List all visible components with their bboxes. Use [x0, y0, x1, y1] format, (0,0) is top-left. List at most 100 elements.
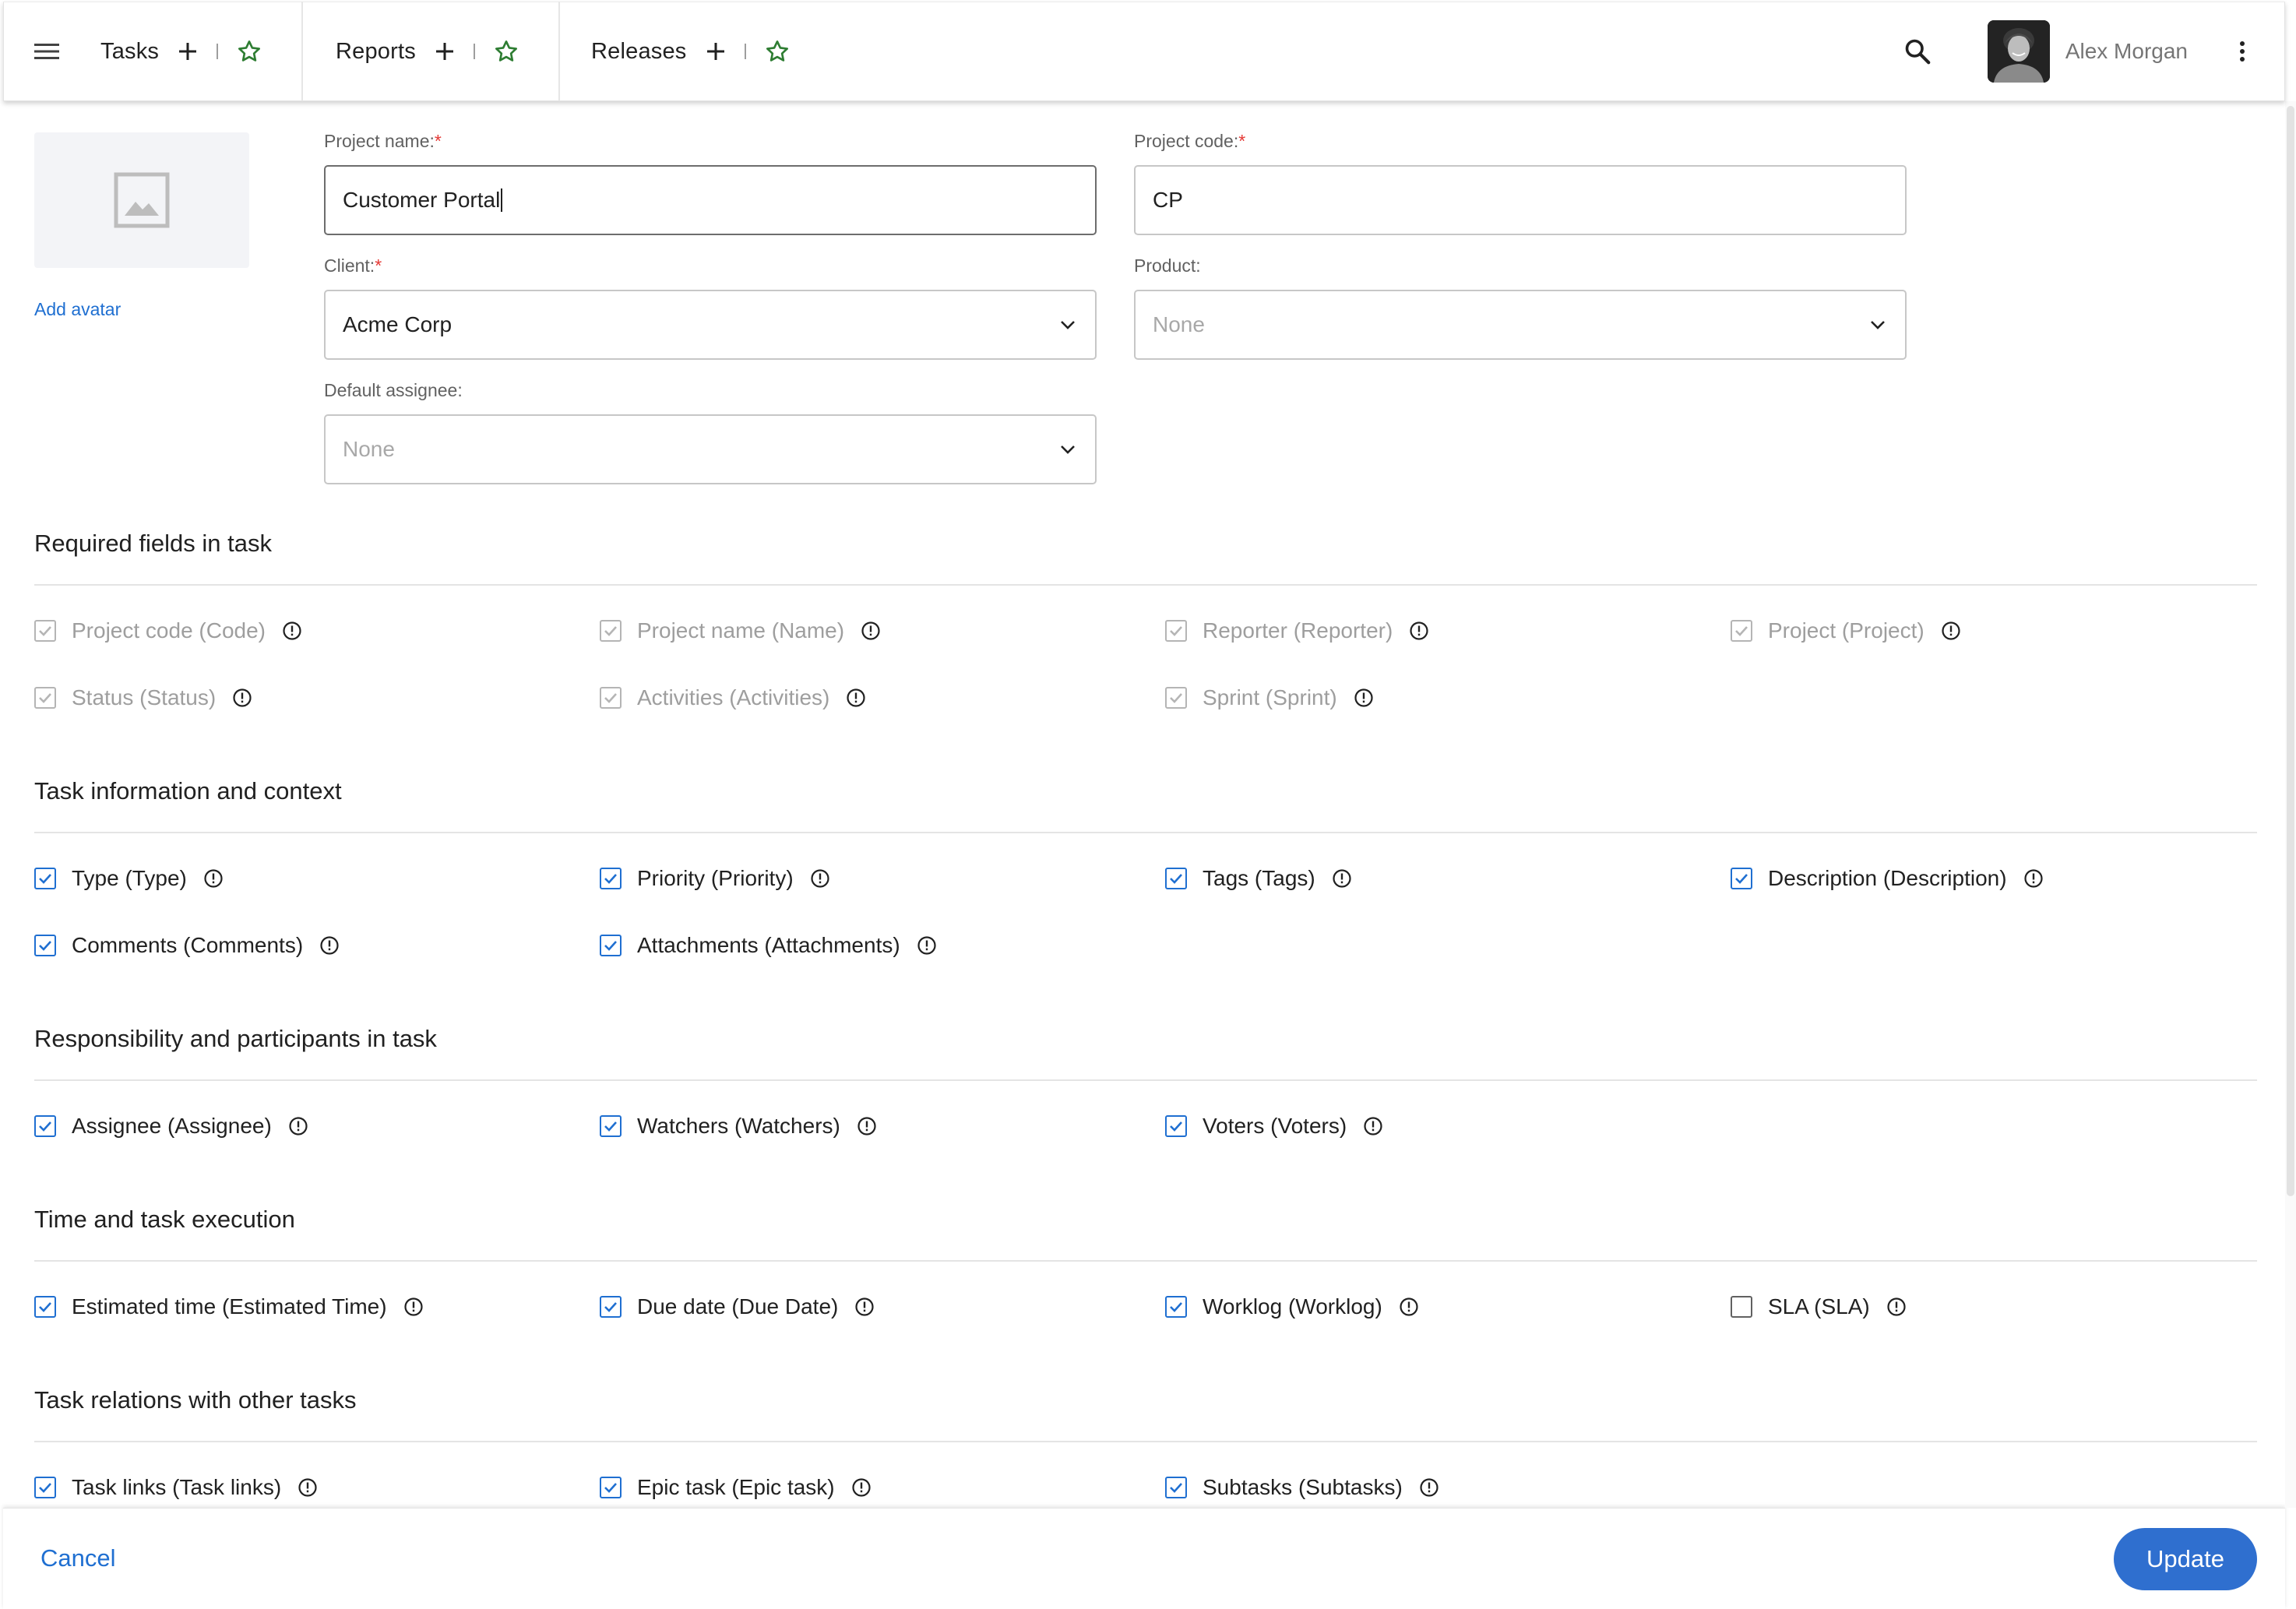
- tab-separator: [217, 44, 219, 59]
- favorite-tasks-button[interactable]: [235, 37, 263, 65]
- checkbox-label: Reporter (Reporter): [1203, 618, 1393, 643]
- search-button[interactable]: [1894, 28, 1941, 75]
- checkbox-checked: [600, 687, 622, 709]
- field-checkbox-item[interactable]: Subtasks (Subtasks): [1165, 1472, 1440, 1503]
- checkbox-checked[interactable]: [600, 1115, 622, 1137]
- field-checkbox-item[interactable]: Worklog (Worklog): [1165, 1291, 1420, 1322]
- checkbox-checked[interactable]: [600, 935, 622, 956]
- info-icon[interactable]: [1940, 620, 1962, 642]
- field-checkbox-item[interactable]: Epic task (Epic task): [600, 1472, 872, 1503]
- info-icon[interactable]: [809, 868, 831, 889]
- checkbox-checked[interactable]: [600, 1477, 622, 1498]
- info-icon[interactable]: [403, 1296, 424, 1318]
- cancel-button[interactable]: Cancel: [40, 1544, 116, 1572]
- field-checkbox-item[interactable]: Voters (Voters): [1165, 1111, 1384, 1142]
- info-icon[interactable]: [231, 687, 253, 709]
- info-icon[interactable]: [1408, 620, 1430, 642]
- star-icon: [766, 40, 788, 62]
- field-checkbox-item[interactable]: Tags (Tags): [1165, 863, 1353, 894]
- checkbox-checked[interactable]: [34, 1115, 56, 1137]
- project-code-input[interactable]: CP: [1134, 165, 1907, 235]
- client-select[interactable]: Acme Corp: [324, 290, 1097, 360]
- info-icon[interactable]: [1362, 1115, 1384, 1137]
- checkbox-checked: [1165, 687, 1187, 709]
- info-icon[interactable]: [850, 1477, 872, 1498]
- field-checkbox-item[interactable]: SLA (SLA): [1731, 1291, 1907, 1322]
- checkbox-checked: [34, 620, 56, 642]
- checkbox-checked[interactable]: [1165, 1477, 1187, 1498]
- checkbox-checked[interactable]: [34, 1296, 56, 1318]
- field-checkbox-item[interactable]: Comments (Comments): [34, 930, 340, 961]
- field-checkbox-item[interactable]: Attachments (Attachments): [600, 930, 938, 961]
- info-icon[interactable]: [860, 620, 882, 642]
- checkbox-checked: [1731, 620, 1752, 642]
- favorite-releases-button[interactable]: [763, 37, 791, 65]
- checkbox-checked[interactable]: [34, 868, 56, 889]
- info-icon[interactable]: [1886, 1296, 1907, 1318]
- checkbox-checked[interactable]: [600, 868, 622, 889]
- checkbox-checked[interactable]: [1731, 868, 1752, 889]
- info-icon[interactable]: [1418, 1477, 1440, 1498]
- info-icon[interactable]: [1398, 1296, 1420, 1318]
- user-name[interactable]: Alex Morgan: [2065, 39, 2188, 64]
- checkbox-unchecked[interactable]: [1731, 1296, 1752, 1318]
- default-assignee-select[interactable]: None: [324, 414, 1097, 484]
- checkbox-checked: [1165, 620, 1187, 642]
- add-releases-button[interactable]: [704, 40, 727, 63]
- checkbox-label: Comments (Comments): [72, 933, 304, 957]
- project-name-input[interactable]: Customer Portal: [324, 165, 1097, 235]
- field-checkbox-item[interactable]: Description (Description): [1731, 863, 2044, 894]
- info-icon[interactable]: [1331, 868, 1353, 889]
- info-icon[interactable]: [854, 1296, 875, 1318]
- project-name-label: Project name:*: [324, 131, 442, 151]
- hamburger-menu-button[interactable]: [4, 2, 90, 101]
- info-icon[interactable]: [1353, 687, 1375, 709]
- field-checkbox-item[interactable]: Priority (Priority): [600, 863, 831, 894]
- info-icon[interactable]: [281, 620, 303, 642]
- checkbox-checked[interactable]: [34, 1477, 56, 1498]
- checkbox-label: Attachments (Attachments): [637, 933, 900, 957]
- tab-reports-label[interactable]: Reports: [336, 39, 416, 65]
- section-divider: [34, 1079, 2257, 1081]
- info-icon[interactable]: [297, 1477, 319, 1498]
- checkbox-label: Project name (Name): [637, 618, 845, 643]
- favorite-reports-button[interactable]: [492, 37, 520, 65]
- info-icon[interactable]: [856, 1115, 878, 1137]
- field-checkbox-item[interactable]: Task links (Task links): [34, 1472, 319, 1503]
- product-select[interactable]: None: [1134, 290, 1907, 360]
- checkbox-label: Epic task (Epic task): [637, 1475, 835, 1499]
- chevron-down-icon: [1058, 315, 1078, 335]
- info-icon[interactable]: [287, 1115, 309, 1137]
- star-icon: [495, 40, 517, 62]
- default-assignee-value: None: [343, 437, 395, 461]
- checkbox-checked[interactable]: [34, 935, 56, 956]
- scrollbar-thumb[interactable]: [2287, 106, 2294, 1196]
- field-checkbox-item: Activities (Activities): [600, 682, 867, 713]
- info-icon[interactable]: [319, 935, 340, 956]
- add-tasks-button[interactable]: [176, 40, 199, 63]
- checkbox-checked[interactable]: [600, 1296, 622, 1318]
- more-options-button[interactable]: [2219, 28, 2266, 75]
- checkbox-checked[interactable]: [1165, 1115, 1187, 1137]
- default-assignee-label: Default assignee:: [324, 380, 463, 400]
- user-avatar[interactable]: [1987, 20, 2050, 83]
- info-icon[interactable]: [202, 868, 224, 889]
- update-button[interactable]: Update: [2114, 1528, 2257, 1590]
- tab-tasks-label[interactable]: Tasks: [100, 39, 159, 65]
- add-avatar-link[interactable]: Add avatar: [34, 299, 121, 320]
- info-icon[interactable]: [845, 687, 867, 709]
- field-checkbox-item[interactable]: Watchers (Watchers): [600, 1111, 878, 1142]
- field-checkbox-item[interactable]: Assignee (Assignee): [34, 1111, 309, 1142]
- field-checkbox-item[interactable]: Estimated time (Estimated Time): [34, 1291, 424, 1322]
- add-reports-button[interactable]: [433, 40, 456, 63]
- field-checkbox-item[interactable]: Type (Type): [34, 863, 224, 894]
- client-value: Acme Corp: [343, 312, 453, 336]
- info-icon[interactable]: [2023, 868, 2044, 889]
- field-checkbox-item[interactable]: Due date (Due Date): [600, 1291, 875, 1322]
- tab-releases-label[interactable]: Releases: [591, 39, 687, 65]
- checkbox-checked[interactable]: [1165, 868, 1187, 889]
- checkbox-checked[interactable]: [1165, 1296, 1187, 1318]
- info-icon[interactable]: [916, 935, 938, 956]
- checkbox-label: Type (Type): [72, 866, 187, 890]
- section-divider: [34, 1441, 2257, 1442]
